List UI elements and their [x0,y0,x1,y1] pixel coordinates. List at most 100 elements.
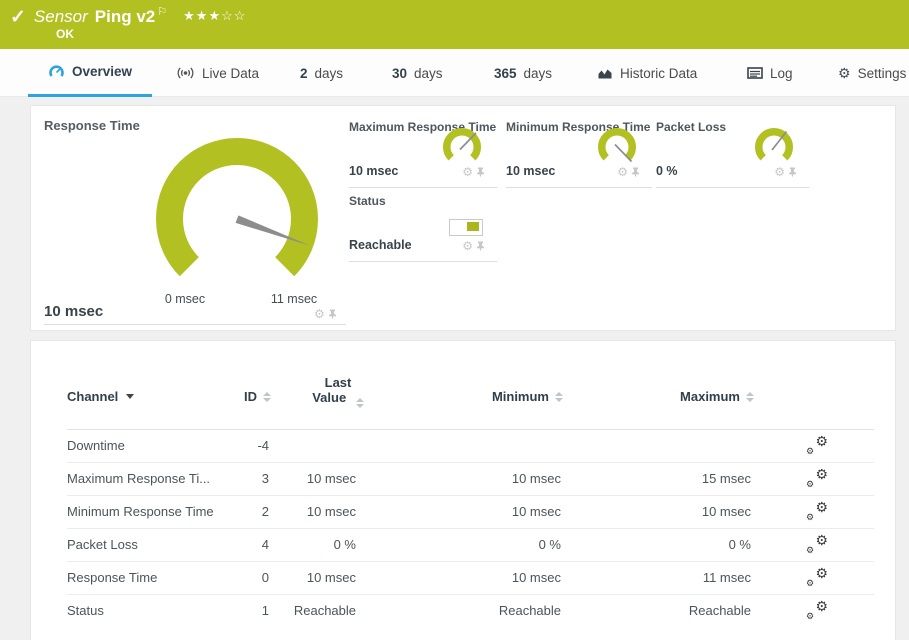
max-response-gauge [439,128,485,168]
gauge-actions: ⚙ [314,308,337,320]
cell-id: 2 [201,504,269,519]
tab-30-days[interactable]: 30 days [392,49,443,97]
channel-settings-icon[interactable]: ⚙⚙ [806,436,840,457]
tab-historic-data-label: Historic Data [620,66,697,81]
tab-bar: Overview Live Data 2 days 30 days 365 da… [0,49,909,97]
table-row[interactable]: Downtime -4 ⚙⚙ [31,429,895,462]
gear-icon[interactable]: ⚙ [314,308,325,320]
mini-gauge-title: Packet Loss [656,120,726,134]
cell-channel: Maximum Response Ti... [67,471,210,486]
sort-arrows-icon [356,398,364,408]
cell-maximum: 10 msec [591,504,751,519]
cell-id: -4 [201,438,269,453]
table-row[interactable]: Response Time 0 10 msec 10 msec 11 msec … [31,561,895,594]
column-header-minimum[interactable]: Minimum [391,389,563,404]
divider [349,261,497,262]
gauge-actions: ⚙ [774,166,797,178]
table-row[interactable]: Status 1 Reachable Reachable Reachable ⚙… [31,594,895,627]
pin-icon[interactable] [476,167,485,178]
ok-check-icon: ✓ [10,6,26,29]
tab-2-days-number: 2 [300,66,308,81]
response-time-title: Response Time [44,118,140,133]
tab-365-days[interactable]: 365 days [494,49,552,97]
tab-overview[interactable]: Overview [28,49,152,97]
overview-panel: Response Time 0 msec 11 msec 10 msec ⚙ M… [30,105,896,331]
tab-live-data-label: Live Data [202,66,259,81]
table-row[interactable]: Maximum Response Ti... 3 10 msec 10 msec… [31,462,895,495]
cell-channel: Response Time [67,570,157,585]
pin-icon[interactable] [328,309,337,320]
cell-minimum: Reachable [391,603,561,618]
tab-live-data[interactable]: Live Data [176,49,259,97]
gear-icon: ⚙ [838,65,851,82]
divider [656,187,809,188]
gear-icon[interactable]: ⚙ [774,166,785,178]
pin-icon[interactable] [631,167,640,178]
sensor-status-text: OK [56,27,74,41]
cell-maximum: 15 msec [591,471,751,486]
pin-icon[interactable] [476,241,485,252]
status-toggle-indicator [449,219,483,236]
mini-gauge-value: 10 msec [349,164,398,178]
cell-maximum: 11 msec [591,570,751,585]
cell-channel: Status [67,603,104,618]
mini-gauge-min-response: Minimum Response Time 10 msec ⚙ [506,120,646,180]
channel-settings-icon[interactable]: ⚙⚙ [806,502,840,523]
tab-2-days[interactable]: 2 days [300,49,343,97]
tab-log[interactable]: Log [747,49,793,97]
tab-365-days-number: 365 [494,66,517,81]
sort-caret-icon [126,394,134,399]
table-header: Channel ID Last Value Minimum Maximum [31,341,895,429]
mini-gauge-value: 0 % [656,164,678,178]
status-toggle-knob [467,222,479,231]
log-list-icon [747,67,763,79]
stars-empty: ☆☆ [221,8,246,23]
tab-log-label: Log [770,66,793,81]
cell-maximum: Reachable [591,603,751,618]
gauge-icon [48,64,65,79]
object-kind-label: Sensor [34,7,88,27]
flag-icon[interactable]: ⚐ [157,5,167,18]
gear-icon[interactable]: ⚙ [617,166,628,178]
tab-30-days-label: days [414,66,443,81]
sensor-status-bar: ✓ Sensor Ping v2 ⚐ ★★★☆☆ OK [0,0,909,49]
cell-last-value: 10 msec [271,471,356,486]
column-header-maximum[interactable]: Maximum [591,389,754,404]
status-title: Status [349,194,386,208]
table-body: Downtime -4 ⚙⚙ Maximum Response Ti... 3 … [31,429,895,627]
cell-channel: Packet Loss [67,537,138,552]
gear-icon[interactable]: ⚙ [462,166,473,178]
cell-maximum: 0 % [591,537,751,552]
gauge-actions: ⚙ [617,166,640,178]
tab-2-days-label: days [315,66,344,81]
packet-loss-gauge [751,128,797,168]
channel-settings-icon[interactable]: ⚙⚙ [806,469,840,490]
tab-settings[interactable]: ⚙ Settings [838,49,906,97]
status-card: Status Reachable ⚙ [349,194,491,254]
broadcast-icon [176,66,195,80]
gear-icon[interactable]: ⚙ [462,240,473,252]
tab-overview-label: Overview [72,64,132,79]
column-header-last-value[interactable]: Last Value [293,375,383,408]
cell-channel: Minimum Response Time [67,504,214,519]
channel-settings-icon[interactable]: ⚙⚙ [806,601,840,622]
stars-filled: ★★★ [183,8,221,23]
priority-stars[interactable]: ★★★☆☆ [183,8,246,24]
column-header-channel[interactable]: Channel [67,389,134,404]
area-chart-icon [597,67,613,80]
channel-settings-icon[interactable]: ⚙⚙ [806,568,840,589]
table-row[interactable]: Minimum Response Time 2 10 msec 10 msec … [31,495,895,528]
cell-minimum: 0 % [391,537,561,552]
column-header-id[interactable]: ID [201,389,271,404]
channel-settings-icon[interactable]: ⚙⚙ [806,535,840,556]
tab-historic-data[interactable]: Historic Data [597,49,697,97]
pin-icon[interactable] [788,167,797,178]
mini-gauge-max-response: Maximum Response Time 10 msec ⚙ [349,120,491,180]
tab-30-days-number: 30 [392,66,407,81]
cell-id: 0 [201,570,269,585]
cell-minimum: 10 msec [391,570,561,585]
gauge-scale-end: 11 msec [256,292,332,306]
table-row[interactable]: Packet Loss 4 0 % 0 % 0 % ⚙⚙ [31,528,895,561]
divider [44,324,346,325]
cell-last-value: 0 % [271,537,356,552]
